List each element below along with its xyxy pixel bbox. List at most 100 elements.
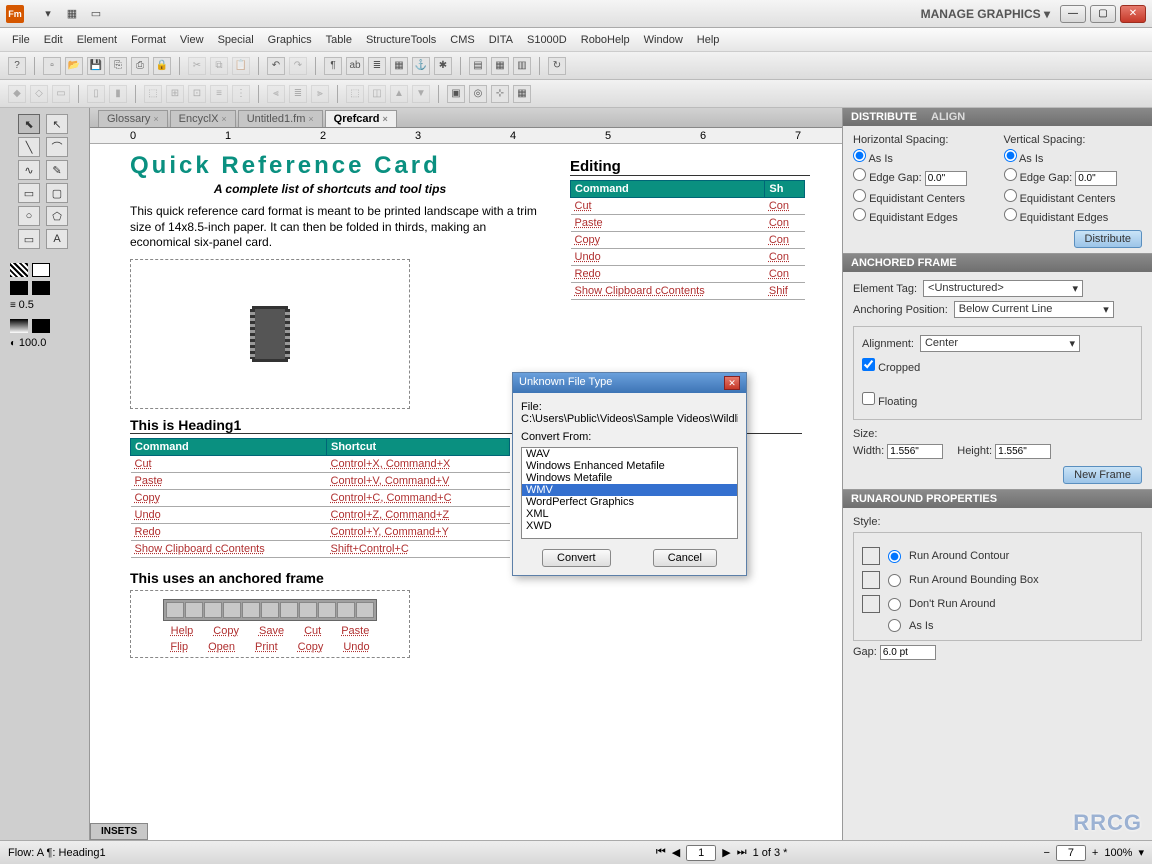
copy-icon[interactable]: ⧉ [210,57,228,75]
help-mini-icon[interactable] [166,602,184,618]
group-icon[interactable]: ⬚ [346,85,364,103]
dialog-close-button[interactable]: ✕ [724,376,740,390]
tab-glossary[interactable]: Glossary× [98,110,168,127]
maximize-button[interactable]: ▢ [1090,5,1116,23]
distribute-button[interactable]: Distribute [1074,230,1142,248]
menu-structuretools[interactable]: StructureTools [366,34,436,46]
menu-element[interactable]: Element [77,34,117,46]
close-icon[interactable]: × [153,114,158,124]
anchor-icon[interactable]: ⚓ [412,57,430,75]
close-icon[interactable]: × [383,114,388,124]
back-icon[interactable]: ▼ [412,85,430,103]
menu-view[interactable]: View [180,34,204,46]
refresh-icon[interactable]: ↻ [548,57,566,75]
cancel-button[interactable]: Cancel [653,549,717,567]
menu-help[interactable]: Help [697,34,720,46]
last-page-button[interactable]: ⏭ [737,846,747,859]
menu-dita[interactable]: DITA [489,34,513,46]
rrect-tool[interactable]: ▢ [46,183,68,203]
h-eqcenters-radio[interactable]: Equidistant Centers [853,189,992,205]
rect-tool[interactable]: ▭ [18,183,40,203]
floating-checkbox[interactable]: Floating [862,392,1133,408]
align-l-icon[interactable]: ⫷ [267,85,285,103]
minimize-button[interactable]: — [1060,5,1086,23]
zoom-in-button[interactable]: + [1092,847,1098,859]
lock-icon[interactable]: 🔒 [153,57,171,75]
v-edgegap-radio[interactable]: Edge Gap: [1004,168,1143,186]
menu-robohelp[interactable]: RoboHelp [581,34,630,46]
polygon-tool[interactable]: ⬠ [46,206,68,226]
view-icon[interactable]: ▭ [86,4,106,24]
ungroup-icon[interactable]: ◫ [368,85,386,103]
table1-icon[interactable]: ▤ [469,57,487,75]
line-weight[interactable]: ≡ 0.5 [10,299,79,311]
align-c-icon[interactable]: ≣ [289,85,307,103]
close-icon[interactable]: × [308,114,313,124]
zoom-out-button[interactable]: − [1043,847,1049,859]
convert-button[interactable]: Convert [542,549,611,567]
v-eqcenters-radio[interactable]: Equidistant Centers [1004,189,1143,205]
menu-window[interactable]: Window [644,34,683,46]
hotspot-icon[interactable]: ◎ [469,85,487,103]
t7-icon[interactable]: ⊞ [166,85,184,103]
convert-list[interactable]: WAV Windows Enhanced Metafile Windows Me… [521,447,738,539]
select-tool[interactable]: ↖ [46,114,68,134]
undo-icon[interactable]: ↶ [267,57,285,75]
menu-edit[interactable]: Edit [44,34,63,46]
h-eqedges-radio[interactable]: Equidistant Edges [853,208,992,224]
prev-page-button[interactable]: ◀ [672,846,680,859]
menu-s1000d[interactable]: S1000D [527,34,567,46]
open-icon[interactable]: 📂 [65,57,83,75]
solid-swatch[interactable] [32,319,50,333]
catalog-icon[interactable]: ≣ [368,57,386,75]
obj-prop-icon[interactable]: ▣ [447,85,465,103]
anchored-frame[interactable] [130,259,410,409]
menu-table[interactable]: Table [326,34,352,46]
textline-tool[interactable]: A [46,229,68,249]
polyline-tool[interactable]: ∿ [18,160,40,180]
t9-icon[interactable]: ≡ [210,85,228,103]
save-all-icon[interactable]: ⎘ [109,57,127,75]
freehand-tool[interactable]: ✎ [46,160,68,180]
t4-icon[interactable]: ▯ [87,85,105,103]
page-number-input[interactable] [686,845,716,861]
workspace-switcher[interactable]: MANAGE GRAPHICS ▾ [921,7,1050,21]
menu-graphics[interactable]: Graphics [268,34,312,46]
width-input[interactable] [887,444,943,459]
table2-icon[interactable]: ▦ [491,57,509,75]
insets-tab[interactable]: INSETS [90,823,148,840]
height-input[interactable] [995,444,1051,459]
gap-input[interactable] [880,645,936,660]
layout-icon[interactable]: ▦ [62,4,82,24]
menu-special[interactable]: Special [218,34,254,46]
t10-icon[interactable]: ⋮ [232,85,250,103]
arc-tool[interactable]: ⌒ [46,137,68,157]
next-page-button[interactable]: ▶ [722,846,730,859]
gradient-swatch[interactable] [10,319,28,333]
alignment-select[interactable]: Center▾ [920,335,1080,352]
paste-icon[interactable]: 📋 [232,57,250,75]
tab-align[interactable]: ALIGN [931,111,965,123]
runaround-bbox-radio[interactable]: Run Around Bounding Box [862,571,1133,589]
t2-icon[interactable]: ◇ [30,85,48,103]
tab-distribute[interactable]: DISTRIBUTE [851,111,917,123]
cropped-checkbox[interactable]: Cropped [862,358,1133,374]
first-page-button[interactable]: ⏮ [656,846,666,859]
color-black2[interactable] [32,281,50,295]
catalog2-icon[interactable]: ▦ [390,57,408,75]
close-button[interactable]: ✕ [1120,5,1146,23]
help-icon[interactable]: ? [8,57,26,75]
cut-icon[interactable]: ✂ [188,57,206,75]
table3-icon[interactable]: ▥ [513,57,531,75]
para-icon[interactable]: ¶ [324,57,342,75]
marker-icon[interactable]: ✱ [434,57,452,75]
opacity[interactable]: ◐ 100.0 [10,337,79,349]
runaround-dont-radio[interactable]: Don't Run Around [862,595,1133,613]
redo-icon[interactable]: ↷ [289,57,307,75]
runaround-contour-radio[interactable]: Run Around Contour [862,547,1133,565]
color-black[interactable] [10,281,28,295]
front-icon[interactable]: ▲ [390,85,408,103]
align-r-icon[interactable]: ⫸ [311,85,329,103]
smart-select-tool[interactable]: ⬉ [18,114,40,134]
h-asis-radio[interactable]: As Is [853,149,992,165]
